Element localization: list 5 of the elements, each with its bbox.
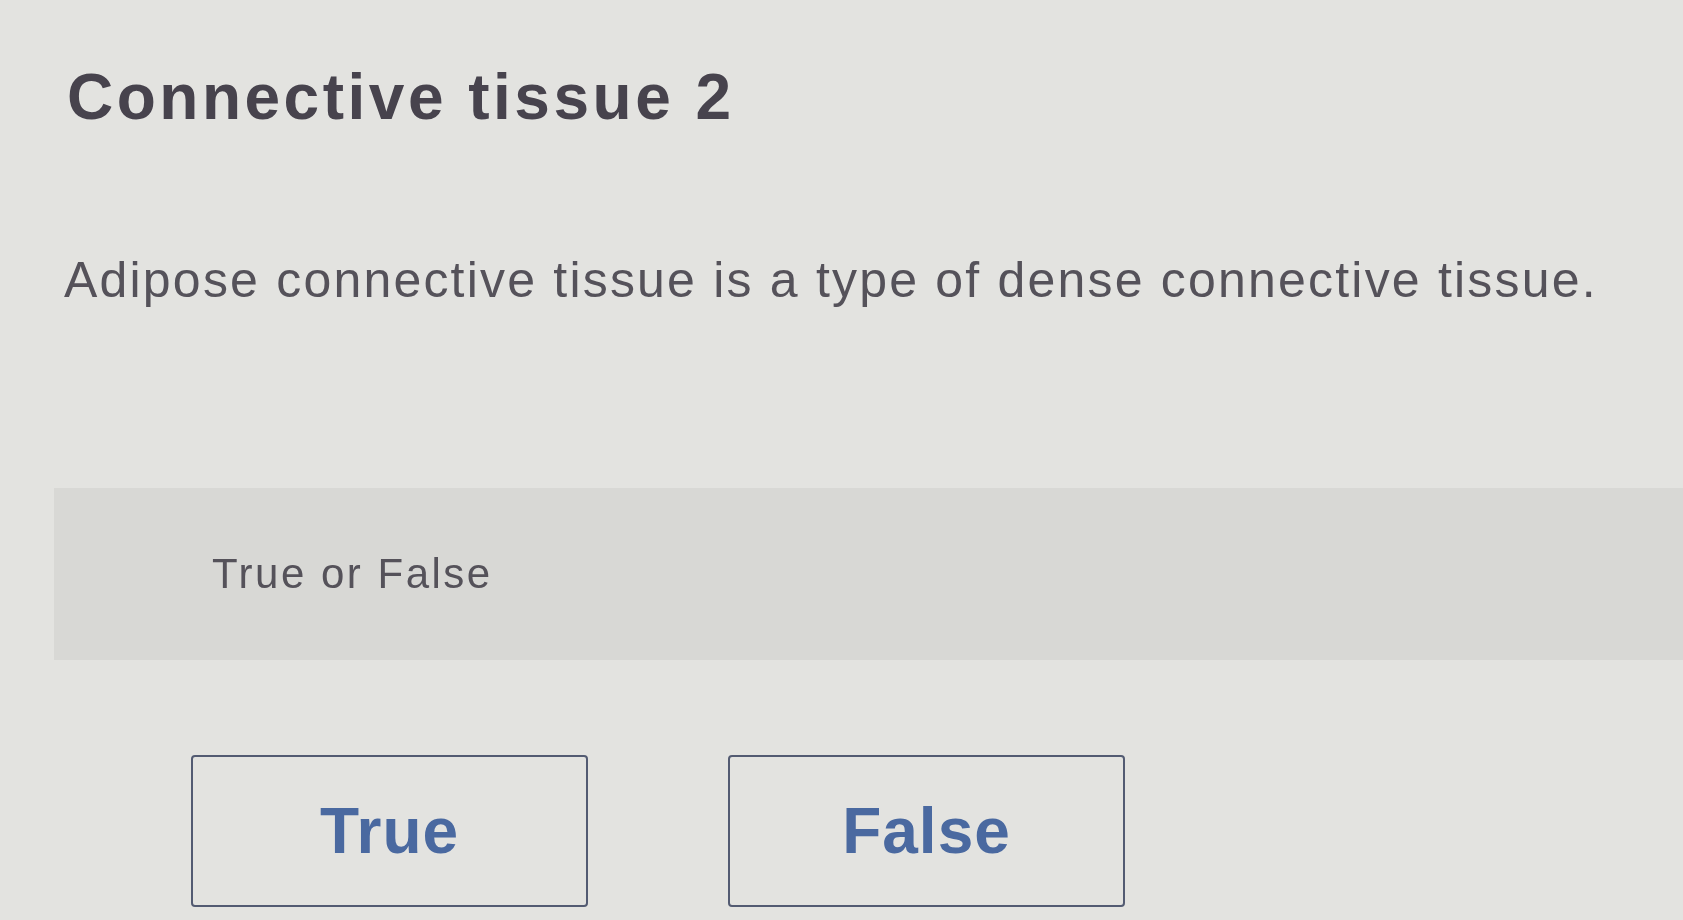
question-statement: Adipose connective tissue is a type of dense connective tissue. [64, 251, 1598, 310]
question-type-label: True or False [212, 549, 493, 599]
page-title: Connective tissue 2 [67, 60, 735, 135]
answer-option-button[interactable]: True [191, 755, 588, 907]
answer-option-button[interactable]: False [728, 755, 1125, 907]
